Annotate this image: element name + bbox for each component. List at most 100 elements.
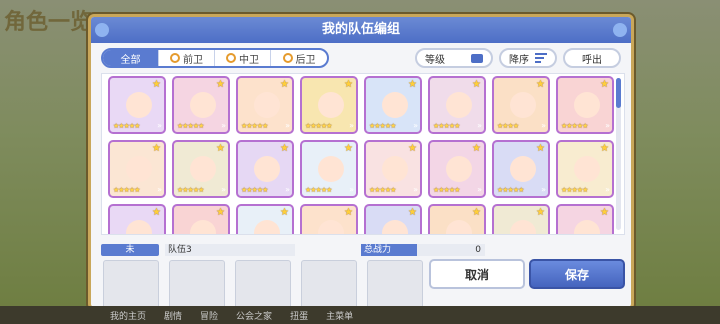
expand-arrow-icon: » bbox=[477, 185, 482, 194]
cancel-button[interactable]: 取消 bbox=[429, 259, 525, 289]
filter-bar: 全部 前卫 中卫 后卫 等级 降序 呼出 bbox=[91, 43, 631, 73]
character-card[interactable]: ★ ★★★★★» bbox=[556, 140, 614, 198]
character-card[interactable]: ★ ★★★★★» bbox=[556, 76, 614, 134]
rank-star-icon: ★ bbox=[536, 207, 545, 218]
character-card[interactable]: ★ bbox=[300, 204, 358, 234]
character-card[interactable]: ★ ★★★★★» bbox=[108, 76, 166, 134]
star-rating: ★★★★★ bbox=[561, 122, 588, 130]
tab-back[interactable]: 后卫 bbox=[271, 50, 327, 66]
star-rating: ★★★★★ bbox=[241, 122, 268, 130]
order-label: 降序 bbox=[509, 54, 529, 66]
team-slots bbox=[103, 260, 423, 307]
character-card[interactable]: ★ ★★★★★» bbox=[364, 76, 422, 134]
character-card[interactable]: ★ bbox=[236, 204, 294, 234]
scrollbar-thumb[interactable] bbox=[616, 78, 621, 108]
character-card[interactable]: ★ ★★★★★» bbox=[428, 140, 486, 198]
tab-all[interactable]: 全部 bbox=[103, 50, 159, 66]
character-portrait bbox=[510, 92, 536, 118]
character-card[interactable]: ★ bbox=[364, 204, 422, 234]
save-button[interactable]: 保存 bbox=[529, 259, 625, 289]
character-portrait bbox=[510, 220, 536, 234]
rank-star-icon: ★ bbox=[536, 79, 545, 90]
character-grid-container: ★ ★★★★★» ★ ★★★★★» ★ ★★★★★» ★ ★★★★★» ★ ★★★★★» ★ ★★★★… bbox=[101, 73, 625, 235]
rank-star-icon: ★ bbox=[600, 143, 609, 154]
star-rating: ★★★★★ bbox=[369, 122, 396, 130]
star-rating: ★★★★★ bbox=[305, 186, 332, 194]
order-toggle-button[interactable]: 降序 bbox=[499, 48, 557, 68]
rank-star-icon: ★ bbox=[216, 143, 225, 154]
character-portrait bbox=[382, 156, 408, 182]
character-portrait bbox=[510, 156, 536, 182]
tab-middle[interactable]: 中卫 bbox=[215, 50, 271, 66]
team-name: 队伍3 bbox=[165, 244, 295, 256]
rank-star-icon: ★ bbox=[344, 143, 353, 154]
team-slot[interactable] bbox=[235, 260, 291, 307]
character-card[interactable]: ★ bbox=[428, 204, 486, 234]
rank-star-icon: ★ bbox=[600, 79, 609, 90]
expand-arrow-icon: » bbox=[349, 121, 354, 130]
expand-arrow-icon: » bbox=[221, 121, 226, 130]
character-card[interactable]: ★ bbox=[172, 204, 230, 234]
character-portrait bbox=[254, 92, 280, 118]
team-slot[interactable] bbox=[301, 260, 357, 307]
star-rating: ★★★★★ bbox=[241, 186, 268, 194]
header-ornament-left-icon bbox=[95, 23, 109, 37]
level-sort-button[interactable]: 等级 bbox=[415, 48, 493, 68]
bottom-nav-item[interactable]: 冒险 bbox=[200, 309, 218, 322]
character-portrait bbox=[446, 220, 472, 234]
tab-label: 全部 bbox=[120, 54, 141, 66]
character-card[interactable]: ★ ★★★★★» bbox=[300, 140, 358, 198]
total-power-value: 0 bbox=[417, 244, 485, 256]
expand-arrow-icon: » bbox=[157, 121, 162, 130]
character-card[interactable]: ★ ★★★★★» bbox=[300, 76, 358, 134]
star-rating: ★★★★★ bbox=[113, 186, 140, 194]
expand-arrow-icon: » bbox=[285, 121, 290, 130]
character-portrait bbox=[318, 156, 344, 182]
character-card[interactable]: ★ ★★★★» bbox=[492, 76, 550, 134]
team-slot[interactable] bbox=[103, 260, 159, 307]
rank-star-icon: ★ bbox=[600, 207, 609, 218]
bottom-nav-item[interactable]: 公会之家 bbox=[236, 309, 272, 322]
character-card[interactable]: ★ ★★★★★» bbox=[236, 140, 294, 198]
expand-arrow-icon: » bbox=[157, 185, 162, 194]
character-card[interactable]: ★ ★★★★★» bbox=[492, 140, 550, 198]
character-portrait bbox=[126, 92, 152, 118]
character-card[interactable]: ★ bbox=[492, 204, 550, 234]
character-portrait bbox=[190, 156, 216, 182]
star-rating: ★★★★★ bbox=[561, 186, 588, 194]
star-rating: ★★★★★ bbox=[177, 122, 204, 130]
character-portrait bbox=[318, 92, 344, 118]
rank-star-icon: ★ bbox=[152, 143, 161, 154]
character-card[interactable]: ★ bbox=[556, 204, 614, 234]
expand-arrow-icon: » bbox=[285, 185, 290, 194]
tab-front[interactable]: 前卫 bbox=[159, 50, 215, 66]
bottom-nav-item[interactable]: 扭蛋 bbox=[290, 309, 308, 322]
team-slot[interactable] bbox=[367, 260, 423, 307]
rank-star-icon: ★ bbox=[280, 79, 289, 90]
character-portrait bbox=[318, 220, 344, 234]
bottom-nav-item[interactable]: 主菜单 bbox=[326, 309, 353, 322]
star-rating: ★★★★★ bbox=[177, 186, 204, 194]
character-card[interactable]: ★ ★★★★★» bbox=[428, 76, 486, 134]
expand-arrow-icon: » bbox=[413, 185, 418, 194]
character-portrait bbox=[126, 156, 152, 182]
team-info-bar: 未 队伍3 总战力 0 bbox=[101, 243, 625, 257]
back-position-icon bbox=[282, 53, 293, 63]
rank-star-icon: ★ bbox=[408, 143, 417, 154]
character-portrait bbox=[126, 220, 152, 234]
team-slot[interactable] bbox=[169, 260, 225, 307]
character-portrait bbox=[190, 220, 216, 234]
character-card[interactable]: ★ ★★★★★» bbox=[172, 76, 230, 134]
character-card[interactable]: ★ bbox=[108, 204, 166, 234]
call-out-button[interactable]: 呼出 bbox=[563, 48, 621, 68]
character-portrait bbox=[382, 92, 408, 118]
character-card[interactable]: ★ ★★★★★» bbox=[364, 140, 422, 198]
character-card[interactable]: ★ ★★★★★» bbox=[108, 140, 166, 198]
rank-star-icon: ★ bbox=[280, 143, 289, 154]
character-card[interactable]: ★ ★★★★★» bbox=[172, 140, 230, 198]
character-card[interactable]: ★ ★★★★★» bbox=[236, 76, 294, 134]
bottom-nav-item[interactable]: 我的主页 bbox=[110, 309, 146, 322]
bottom-nav-item[interactable]: 剧情 bbox=[164, 309, 182, 322]
grid-scrollbar[interactable] bbox=[616, 78, 621, 230]
rank-star-icon: ★ bbox=[408, 79, 417, 90]
